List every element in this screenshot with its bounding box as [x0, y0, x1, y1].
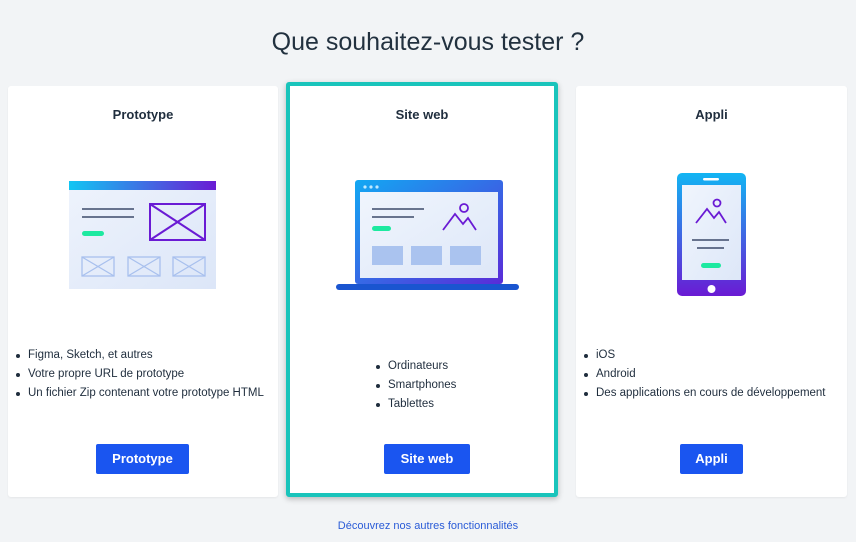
card-appli[interactable]: Appli iOS Android Des applications en co…: [576, 86, 847, 497]
list-item: Un fichier Zip contenant votre prototype…: [14, 384, 269, 403]
laptop-illustration-icon: [336, 180, 519, 290]
list-item: Figma, Sketch, et autres: [14, 346, 269, 365]
list-item: iOS: [582, 346, 837, 365]
card-title: Site web: [395, 107, 449, 122]
list-item: Votre propre URL de prototype: [14, 365, 269, 384]
appli-button[interactable]: Appli: [680, 444, 743, 474]
list-item: Tablettes: [374, 395, 554, 414]
feature-list: Figma, Sketch, et autres Votre propre UR…: [14, 346, 269, 403]
list-item: Smartphones: [374, 376, 554, 395]
card-title: Prototype: [112, 107, 174, 122]
more-features-link[interactable]: Découvrez nos autres fonctionnalités: [0, 520, 856, 532]
site-web-button[interactable]: Site web: [384, 444, 470, 474]
feature-list: Ordinateurs Smartphones Tablettes: [374, 357, 554, 414]
feature-list: iOS Android Des applications en cours de…: [582, 346, 837, 403]
card-title: Appli: [695, 107, 728, 122]
prototype-button[interactable]: Prototype: [96, 444, 189, 474]
card-prototype[interactable]: Prototype Figma, Sketch, et autres Votre…: [8, 86, 278, 497]
card-site-web[interactable]: Site web Ordinateurs Smartphones Tablett…: [286, 82, 558, 497]
list-item: Ordinateurs: [374, 357, 554, 376]
prototype-illustration-icon: [69, 181, 216, 289]
page-title: Que souhaitez-vous tester ?: [271, 28, 585, 56]
phone-illustration-icon: [677, 173, 746, 296]
list-item: Android: [582, 365, 837, 384]
list-item: Des applications en cours de développeme…: [582, 384, 837, 403]
